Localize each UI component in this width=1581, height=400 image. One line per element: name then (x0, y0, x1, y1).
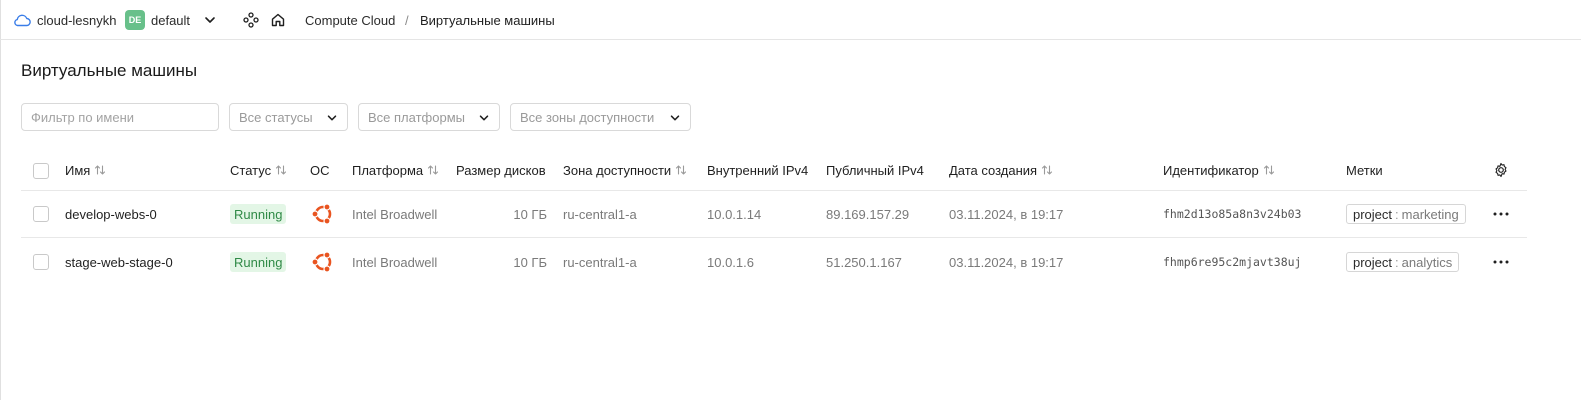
breadcrumb-separator: / (405, 12, 409, 28)
column-public-ip-label: Публичный IPv4 (826, 162, 924, 178)
row-checkbox[interactable] (33, 254, 49, 270)
label-value: marketing (1401, 206, 1459, 222)
column-header-platform[interactable]: Платформа (352, 160, 439, 180)
sort-icon (275, 164, 287, 176)
column-header-status[interactable]: Статус (230, 160, 287, 180)
vm-name-link[interactable]: develop-webs-0 (65, 204, 157, 224)
column-header-labels: Метки (1346, 160, 1383, 180)
disk-size-value: 10 ГБ (513, 206, 547, 222)
column-labels-label: Метки (1346, 162, 1383, 178)
internal-ip-value: 10.0.1.6 (707, 254, 754, 270)
row-checkbox[interactable] (33, 206, 49, 222)
column-id-label: Идентификатор (1163, 162, 1259, 178)
column-header-os: ОС (310, 160, 330, 180)
select-all-checkbox[interactable] (33, 163, 49, 179)
zone-filter-select[interactable]: Все зоны доступности (510, 103, 691, 131)
label-tag: project: analytics (1346, 252, 1460, 272)
zone-value: ru-central1-a (563, 254, 637, 270)
status-filter-select[interactable]: Все статусы (229, 103, 348, 131)
status-badge: Running (230, 204, 287, 224)
page-title: Виртуальные машины (21, 61, 198, 80)
public-ip-value: 89.169.157.29 (826, 206, 910, 222)
top-bar: cloud-lesnykh DE default Compute Cloud /… (0, 0, 1581, 40)
table-divider (21, 237, 1527, 238)
vm-id-value: fhm2d13o85a8n3v24b03 (1163, 207, 1302, 221)
status-filter-value: Все статусы (239, 109, 313, 125)
ubuntu-icon (310, 249, 336, 275)
public-ip-value: 51.250.1.167 (826, 254, 902, 270)
cloud-icon (13, 0, 31, 40)
label-separator: : (1395, 206, 1399, 222)
folder-name[interactable]: default (151, 0, 190, 40)
column-header-name[interactable]: Имя (65, 160, 106, 180)
zone-value: ru-central1-a (563, 206, 637, 222)
column-header-id[interactable]: Идентификатор (1163, 160, 1275, 180)
breadcrumb-service[interactable]: Compute Cloud (305, 0, 395, 40)
internal-ip-value: 10.0.1.14 (707, 206, 762, 222)
table-settings-gear-icon[interactable] (1491, 160, 1511, 180)
left-divider (0, 0, 1, 400)
column-zone-label: Зона доступности (563, 162, 672, 178)
folder-badge: DE (125, 10, 145, 30)
disk-size-value: 10 ГБ (513, 254, 547, 270)
created-value: 03.11.2024, в 19:17 (949, 254, 1064, 270)
table-divider (21, 190, 1527, 191)
ubuntu-icon (310, 201, 336, 227)
name-filter-input[interactable] (21, 103, 219, 131)
label-separator: : (1395, 254, 1399, 270)
breadcrumb-current: Виртуальные машины (420, 12, 555, 28)
label-value: analytics (1401, 254, 1453, 270)
column-name-label: Имя (65, 162, 91, 178)
sort-icon (1041, 164, 1053, 176)
column-platform-label: Платформа (352, 162, 424, 178)
label-key: project (1353, 254, 1393, 270)
chevron-down-icon[interactable] (203, 0, 217, 40)
column-header-public-ip: Публичный IPv4 (826, 160, 924, 180)
column-internal-ip-label: Внутренний IPv4 (707, 162, 809, 178)
cloud-name-link[interactable]: cloud-lesnykh (37, 0, 117, 40)
platform-filter-select[interactable]: Все платформы (358, 103, 500, 131)
vm-name-link[interactable]: stage-web-stage-0 (65, 252, 173, 272)
column-header-disk-size: Размер дисков (456, 160, 546, 180)
column-header-internal-ip: Внутренний IPv4 (707, 160, 808, 180)
chevron-down-icon (478, 112, 490, 127)
column-disk-size-label: Размер дисков (456, 162, 546, 178)
column-os-label: ОС (310, 162, 330, 178)
sort-icon (1263, 164, 1275, 176)
chevron-down-icon (669, 112, 681, 127)
platform-value: Intel Broadwell (352, 206, 438, 222)
label-tag: project: marketing (1346, 204, 1466, 224)
platform-filter-value: Все платформы (368, 109, 465, 125)
created-value: 03.11.2024, в 19:17 (949, 206, 1064, 222)
zone-filter-value: Все зоны доступности (520, 109, 655, 125)
status-badge: Running (230, 252, 287, 272)
services-graph-icon[interactable] (243, 0, 259, 40)
column-header-created[interactable]: Дата создания (949, 160, 1053, 180)
chevron-down-icon (326, 112, 338, 127)
row-more-actions-icon[interactable] (1491, 252, 1511, 272)
sort-icon (675, 164, 687, 176)
column-header-zone[interactable]: Зона доступности (563, 160, 687, 180)
column-created-label: Дата создания (949, 162, 1038, 178)
sort-icon (94, 164, 106, 176)
vm-id-value: fhmp6re95c2mjavt38uj (1163, 255, 1302, 269)
row-more-actions-icon[interactable] (1491, 204, 1511, 224)
sort-icon (427, 164, 439, 176)
column-status-label: Статус (230, 162, 272, 178)
label-key: project (1353, 206, 1393, 222)
platform-value: Intel Broadwell (352, 254, 438, 270)
home-icon[interactable] (270, 0, 286, 40)
